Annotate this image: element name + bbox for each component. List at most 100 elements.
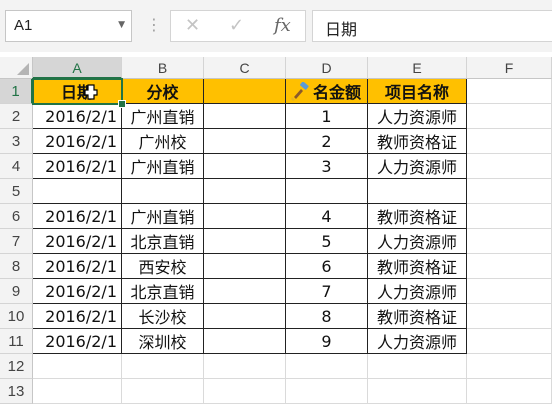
cell-b8[interactable]: 西安校 (122, 254, 204, 279)
cell-b5[interactable] (122, 179, 204, 204)
row-header-2[interactable]: 2 (0, 104, 33, 129)
cell-e7[interactable]: 人力资源师 (368, 229, 467, 254)
cell-c4[interactable] (204, 154, 286, 179)
cell-b13[interactable] (122, 379, 204, 404)
cell-a9[interactable]: 2016/2/1 (33, 279, 122, 304)
cell-e12[interactable] (368, 354, 467, 379)
cell-b7[interactable]: 北京直销 (122, 229, 204, 254)
cell-b6[interactable]: 广州直销 (122, 204, 204, 229)
cell-f4[interactable] (467, 154, 552, 179)
cell-d10[interactable]: 8 (286, 304, 368, 329)
cell-a8[interactable]: 2016/2/1 (33, 254, 122, 279)
cell-a12[interactable] (33, 354, 122, 379)
cell-e11[interactable]: 人力资源师 (368, 329, 467, 354)
insert-function-icon[interactable]: fx (274, 15, 291, 36)
cell-e5[interactable] (368, 179, 467, 204)
chevron-down-icon[interactable]: ▼ (118, 20, 125, 30)
row-header-13[interactable]: 13 (0, 379, 33, 404)
cell-c13[interactable] (204, 379, 286, 404)
cell-e2[interactable]: 人力资源师 (368, 104, 467, 129)
cell-f12[interactable] (467, 354, 552, 379)
cell-f13[interactable] (467, 379, 552, 404)
row-header-3[interactable]: 3 (0, 129, 33, 154)
cell-a2[interactable]: 2016/2/1 (33, 104, 122, 129)
cell-d4[interactable]: 3 (286, 154, 368, 179)
cell-f7[interactable] (467, 229, 552, 254)
header-cell-c[interactable] (204, 79, 286, 104)
formula-input[interactable]: 日期 (312, 10, 552, 42)
more-vertical-icon[interactable]: ⋮ (146, 14, 162, 36)
row-header-7[interactable]: 7 (0, 229, 33, 254)
cell-a10[interactable]: 2016/2/1 (33, 304, 122, 329)
cell-f10[interactable] (467, 304, 552, 329)
cell-c7[interactable] (204, 229, 286, 254)
cell-f5[interactable] (467, 179, 552, 204)
cell-a5[interactable] (33, 179, 122, 204)
column-header-e[interactable]: E (368, 57, 467, 79)
cell-c12[interactable] (204, 354, 286, 379)
cell-e3[interactable]: 教师资格证 (368, 129, 467, 154)
cell-d13[interactable] (286, 379, 368, 404)
cell-c2[interactable] (204, 104, 286, 129)
confirm-icon[interactable]: ✓ (229, 15, 244, 36)
row-header-4[interactable]: 4 (0, 154, 33, 179)
header-cell-a[interactable]: 日期 (33, 79, 122, 104)
column-header-c[interactable]: C (204, 57, 286, 79)
cell-e4[interactable]: 人力资源师 (368, 154, 467, 179)
cell-f11[interactable] (467, 329, 552, 354)
column-header-a[interactable]: A (33, 57, 122, 79)
cell-e6[interactable]: 教师资格证 (368, 204, 467, 229)
cell-b9[interactable]: 北京直销 (122, 279, 204, 304)
fill-handle[interactable] (118, 100, 126, 108)
column-header-b[interactable]: B (122, 57, 204, 79)
select-all-corner[interactable] (0, 57, 33, 79)
row-header-8[interactable]: 8 (0, 254, 33, 279)
cell-c9[interactable] (204, 279, 286, 304)
cell-a11[interactable]: 2016/2/1 (33, 329, 122, 354)
cell-b2[interactable]: 广州直销 (122, 104, 204, 129)
cell-d12[interactable] (286, 354, 368, 379)
cell-b12[interactable] (122, 354, 204, 379)
cell-d3[interactable]: 2 (286, 129, 368, 154)
row-header-1[interactable]: 1 (0, 79, 33, 104)
row-header-5[interactable]: 5 (0, 179, 33, 204)
cancel-icon[interactable]: ✕ (185, 15, 200, 36)
cell-b4[interactable]: 广州直销 (122, 154, 204, 179)
cell-d11[interactable]: 9 (286, 329, 368, 354)
row-header-11[interactable]: 11 (0, 329, 33, 354)
cell-c5[interactable] (204, 179, 286, 204)
cell-c11[interactable] (204, 329, 286, 354)
cell-b3[interactable]: 广州校 (122, 129, 204, 154)
cell-c10[interactable] (204, 304, 286, 329)
cell-a4[interactable]: 2016/2/1 (33, 154, 122, 179)
cell-a7[interactable]: 2016/2/1 (33, 229, 122, 254)
row-header-6[interactable]: 6 (0, 204, 33, 229)
cell-b10[interactable]: 长沙校 (122, 304, 204, 329)
cell-d9[interactable]: 7 (286, 279, 368, 304)
cell-a13[interactable] (33, 379, 122, 404)
cell-f8[interactable] (467, 254, 552, 279)
row-header-10[interactable]: 10 (0, 304, 33, 329)
column-header-d[interactable]: D (286, 57, 368, 79)
cell-d8[interactable]: 6 (286, 254, 368, 279)
cell-e13[interactable] (368, 379, 467, 404)
header-cell-b[interactable]: 分校 (122, 79, 204, 104)
name-box[interactable]: A1 ▼ (5, 10, 132, 42)
cell-c3[interactable] (204, 129, 286, 154)
cell-f2[interactable] (467, 104, 552, 129)
cell-c8[interactable] (204, 254, 286, 279)
header-cell-e[interactable]: 项目名称 (368, 79, 467, 104)
cell-b11[interactable]: 深圳校 (122, 329, 204, 354)
row-header-9[interactable]: 9 (0, 279, 33, 304)
column-header-f[interactable]: F (467, 57, 552, 79)
row-header-12[interactable]: 12 (0, 354, 33, 379)
cell-f9[interactable] (467, 279, 552, 304)
cell-f1[interactable] (467, 79, 552, 104)
cell-d2[interactable]: 1 (286, 104, 368, 129)
cell-e9[interactable]: 人力资源师 (368, 279, 467, 304)
cell-d5[interactable] (286, 179, 368, 204)
cell-d7[interactable]: 5 (286, 229, 368, 254)
cell-f3[interactable] (467, 129, 552, 154)
cell-e10[interactable]: 教师资格证 (368, 304, 467, 329)
cell-a6[interactable]: 2016/2/1 (33, 204, 122, 229)
